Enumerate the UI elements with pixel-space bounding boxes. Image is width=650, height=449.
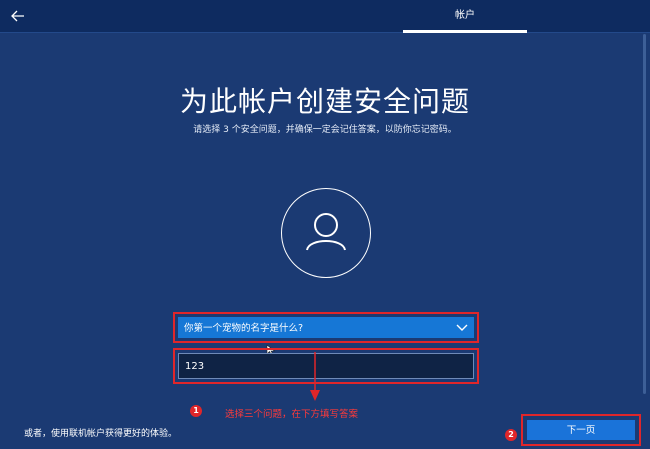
question-highlight-box: 你第一个宠物的名字是什么? — [173, 312, 479, 343]
step-badge-2: 2 — [505, 429, 517, 441]
arrow-down-icon — [310, 352, 320, 401]
online-account-link[interactable]: 或者，使用联机帐户获得更好的体验。 — [24, 426, 177, 439]
arrow-left-icon — [11, 10, 24, 22]
annotation-hint: 选择三个问题，在下方填写答案 — [225, 409, 359, 420]
security-question-dropdown[interactable]: 你第一个宠物的名字是什么? — [178, 317, 474, 338]
title-bar: 帐户 — [0, 0, 650, 33]
answer-highlight-box — [173, 348, 479, 384]
security-question-value: 你第一个宠物的名字是什么? — [184, 323, 304, 334]
user-icon — [306, 213, 346, 251]
next-button[interactable]: 下一页 — [527, 420, 635, 440]
chevron-down-icon — [456, 324, 468, 331]
tab-active-indicator — [403, 30, 527, 33]
page-title: 为此帐户创建安全问题 — [179, 85, 470, 118]
next-highlight-box: 下一页 — [521, 414, 641, 446]
step-badge-1: 1 — [190, 405, 202, 417]
page-subtitle: 请选择 3 个安全问题，并确保一定会记住答案，以防你忘记密码。 — [193, 125, 457, 135]
security-answer-input[interactable] — [178, 353, 474, 379]
avatar — [281, 188, 371, 278]
tab-account[interactable]: 帐户 — [403, 0, 527, 30]
back-button[interactable] — [8, 6, 28, 26]
